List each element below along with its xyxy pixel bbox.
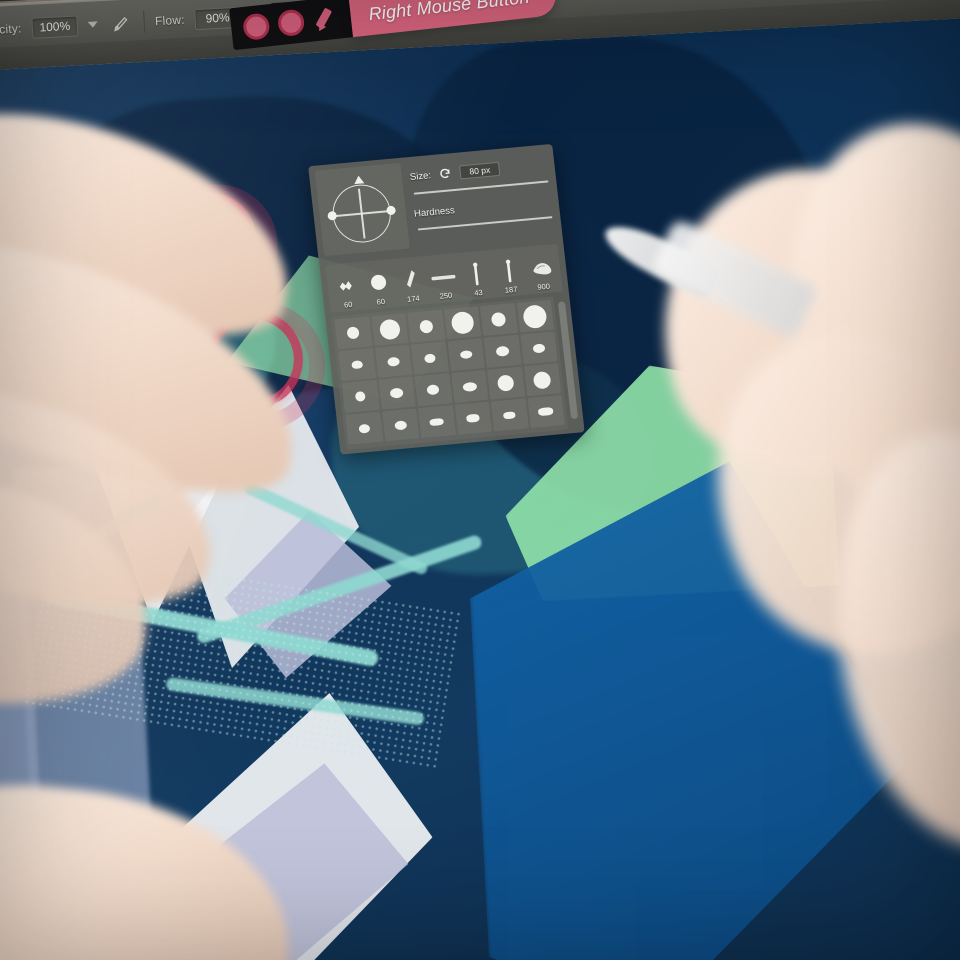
size-label: Size: <box>409 169 432 183</box>
recent-brush-item[interactable]: 900 <box>525 254 559 293</box>
recent-brush-item[interactable]: 43 <box>460 260 494 299</box>
brush-size-input[interactable]: 80 px <box>459 161 501 180</box>
brush-preset-cell[interactable] <box>487 366 525 400</box>
recent-brush-item[interactable]: 60 <box>330 272 364 311</box>
brush-preset-cell[interactable] <box>374 344 413 378</box>
recent-brush-size: 187 <box>504 284 518 295</box>
brush-preset-cell[interactable] <box>417 405 456 439</box>
hardness-row: Hardness <box>414 196 554 220</box>
brush-preset-panel[interactable]: Size: 80 px Hardness 60 60 174 250 43 18… <box>308 143 585 455</box>
brush-preset-cell[interactable] <box>341 379 380 413</box>
brush-preset-cell[interactable] <box>519 331 558 365</box>
brush-preset-cell[interactable] <box>483 334 522 368</box>
brush-preset-cell[interactable] <box>334 316 373 350</box>
flow-label: Flow: <box>154 12 186 29</box>
hardness-slider[interactable] <box>417 216 553 231</box>
brush-preset-cell[interactable] <box>414 373 453 407</box>
brush-sliders: Size: 80 px Hardness <box>408 149 557 251</box>
divider <box>143 10 146 33</box>
brush-preset-cell[interactable] <box>407 309 445 343</box>
recent-brush-size: 43 <box>473 287 484 298</box>
brush-preset-cell[interactable] <box>345 411 383 445</box>
recent-brush-size: 174 <box>406 293 421 304</box>
size-slider[interactable] <box>413 180 549 195</box>
angle-pointer-icon[interactable] <box>353 175 365 185</box>
brush-tip-round-soft-icon <box>367 269 390 297</box>
hardness-label: Hardness <box>413 205 456 220</box>
reset-arrow-icon[interactable] <box>437 166 454 181</box>
recent-brush-item[interactable]: 250 <box>427 263 461 302</box>
brush-tip-texture-icon <box>529 254 554 282</box>
brush-preset-cell[interactable] <box>450 369 489 403</box>
roundness-handle-right[interactable] <box>386 205 397 216</box>
opacity-label: Opacity: <box>0 21 22 38</box>
screenshot-stage: Opacity: 100% Flow: 90% ...r 1, RGB/8#) … <box>0 0 960 960</box>
brush-preset-cell[interactable] <box>338 348 376 382</box>
chevron-down-icon[interactable] <box>87 21 99 28</box>
brush-preset-cell[interactable] <box>479 302 518 336</box>
brush-tip-scatter-icon <box>336 273 357 300</box>
opacity-input[interactable]: 100% <box>30 14 79 39</box>
brush-preset-grid[interactable] <box>331 296 569 450</box>
brush-angle-roundness-control[interactable] <box>314 162 410 257</box>
brush-panel-top: Size: 80 px Hardness <box>314 149 557 260</box>
brush-tip-thin-vertical-icon <box>503 258 516 285</box>
pressure-opacity-icon[interactable] <box>107 10 134 35</box>
brush-tip-thin-vertical-icon <box>470 261 483 288</box>
recent-brush-item[interactable]: 60 <box>362 269 396 308</box>
brush-preset-cell[interactable] <box>454 401 493 435</box>
brush-preset-cell[interactable] <box>378 376 416 410</box>
brush-preset-cell[interactable] <box>527 395 565 429</box>
recent-brush-size: 250 <box>439 290 453 301</box>
brush-tip-flat-angled-icon <box>402 267 421 294</box>
recent-brush-size: 60 <box>343 299 353 310</box>
recent-brush-size: 60 <box>376 296 386 307</box>
recent-brush-item[interactable]: 187 <box>493 257 527 296</box>
brush-preset-cell[interactable] <box>447 338 485 372</box>
brush-tip-flat-wide-icon <box>429 263 458 291</box>
brush-preset-cell[interactable] <box>381 408 420 442</box>
size-row: Size: 80 px <box>409 157 549 184</box>
brush-preset-cell[interactable] <box>523 363 562 397</box>
brush-preset-cell[interactable] <box>410 341 449 375</box>
brush-preset-cell[interactable] <box>370 313 409 346</box>
mouse-button-circle-icon <box>241 12 271 41</box>
pencil-icon <box>312 5 341 34</box>
brush-preset-cell[interactable] <box>490 398 529 432</box>
brush-preset-cell[interactable] <box>443 306 482 340</box>
mouse-button-circle-icon <box>276 8 306 38</box>
recent-brush-size: 900 <box>536 281 551 292</box>
brush-preset-cell[interactable] <box>516 299 554 333</box>
recent-brush-item[interactable]: 174 <box>395 266 429 305</box>
